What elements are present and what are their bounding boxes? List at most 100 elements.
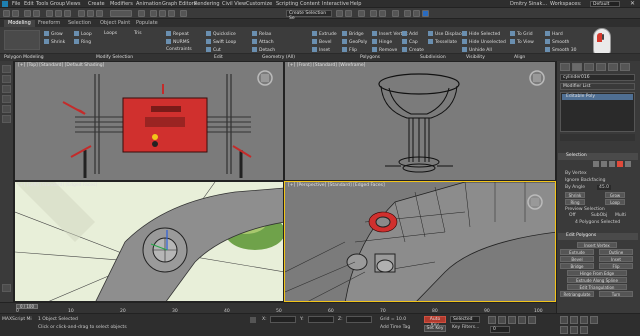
swift-loop-button[interactable]: Swift Loop <box>206 39 236 45</box>
hinge-button[interactable]: Hinge <box>372 39 392 45</box>
explorer-cameras-icon[interactable] <box>2 105 11 113</box>
angle-snap-icon[interactable] <box>159 10 166 17</box>
explorer-filter-icon[interactable] <box>2 65 11 73</box>
stack-item-editable-poly[interactable]: Editable Poly <box>562 94 633 100</box>
ring-button[interactable]: Ring <box>74 39 91 45</box>
bevel-button[interactable]: Bevel <box>312 39 332 45</box>
loop-button-panel[interactable]: Loop <box>605 199 625 205</box>
add-button[interactable]: Add <box>402 31 418 37</box>
modify-selection-group[interactable]: Modify Selection <box>96 55 133 60</box>
ignore-backfacing-checkbox[interactable]: Ignore Backfacing <box>565 178 605 183</box>
maxscript-listener[interactable]: MAXScript Mi <box>2 317 32 322</box>
by-angle-value[interactable]: 45.0 <box>597 185 612 190</box>
select-by-name-icon[interactable] <box>55 10 62 17</box>
tab-object-paint[interactable]: Object Paint <box>96 20 134 27</box>
polygon-mode-icon[interactable] <box>617 161 623 167</box>
selection-rollout-header[interactable]: Selection <box>558 153 638 160</box>
mirror-icon[interactable] <box>336 10 343 17</box>
tab-freeform[interactable]: Freeform <box>34 20 64 27</box>
bevel-button-panel[interactable]: Bevel <box>560 256 594 262</box>
schematic-view-icon[interactable] <box>379 10 386 17</box>
nurms-button[interactable]: NURMS <box>166 39 190 45</box>
element-mode-icon[interactable] <box>625 161 631 167</box>
y-coordinate-field[interactable] <box>308 316 334 323</box>
menu-file[interactable]: File <box>12 1 20 7</box>
attach-button[interactable]: Attach <box>252 39 274 45</box>
reference-coord-dropdown[interactable] <box>110 10 132 17</box>
edge-mode-icon[interactable] <box>601 161 607 167</box>
smooth-button[interactable]: Smooth <box>545 39 569 45</box>
viewport-top[interactable]: [+] [Top] [Standard] [Default Shading] <box>14 61 284 181</box>
zoom-all-icon[interactable] <box>570 316 578 324</box>
menu-customize[interactable]: Customize <box>246 1 272 7</box>
menu-modifiers[interactable]: Modifiers <box>110 1 133 7</box>
goto-end-icon[interactable] <box>528 316 536 324</box>
create-tab-icon[interactable] <box>560 63 570 71</box>
modify-tab-icon[interactable] <box>572 63 582 71</box>
align-group[interactable]: Align <box>514 55 525 60</box>
hide-selected-button[interactable]: Hide Selected <box>462 31 500 37</box>
viewport-left[interactable]: [+] [Left] [Standard] [Edged Faces] <box>14 181 284 302</box>
viewport-left-label[interactable]: [+] [Left] [Standard] [Edged Faces] <box>18 183 97 188</box>
selection-set-dropdown[interactable]: Create Selection Se <box>286 10 332 21</box>
viewport-front[interactable]: [+] [Front] [Standard] [Wireframe] <box>284 61 556 181</box>
align-icon[interactable] <box>345 10 352 17</box>
maximize-viewport-icon[interactable] <box>580 326 588 334</box>
to-view-button[interactable]: To View <box>510 39 534 45</box>
shrink-button[interactable]: Shrink <box>44 39 65 45</box>
menu-graph-editors[interactable]: Graph Editors <box>162 1 196 7</box>
bridge-button[interactable]: Bridge <box>342 31 364 37</box>
move-icon[interactable] <box>78 10 85 17</box>
menu-views[interactable]: Views <box>66 1 80 7</box>
tab-modeling[interactable]: Modeling <box>4 20 35 27</box>
layer-explorer-icon[interactable] <box>358 10 365 17</box>
set-key-button[interactable]: Set Key <box>424 325 446 332</box>
repeat-button[interactable]: Repeat <box>166 31 189 37</box>
explorer-geometry-icon[interactable] <box>2 75 11 83</box>
to-grid-button[interactable]: To Grid <box>510 31 533 37</box>
geopoly-button[interactable]: GeoPoly <box>342 39 367 45</box>
undo-icon[interactable] <box>3 10 10 17</box>
menu-group[interactable]: Group <box>50 1 65 7</box>
bridge-button-panel[interactable]: Bridge <box>560 263 594 269</box>
cap-button[interactable]: Cap <box>402 39 418 45</box>
outline-button-panel[interactable]: Outline <box>599 249 633 255</box>
edit-polygons-rollout-header[interactable]: Edit Polygons <box>558 233 638 240</box>
add-time-tag[interactable]: Add Time Tag <box>380 325 410 330</box>
x-coordinate-field[interactable] <box>270 316 296 323</box>
next-frame-icon[interactable] <box>518 316 526 324</box>
polygon-modeling-icons[interactable] <box>4 30 40 50</box>
pan-icon[interactable] <box>560 326 568 334</box>
curve-editor-icon[interactable] <box>370 10 377 17</box>
insert-vertex-button-panel[interactable]: Insert Vertex <box>577 242 617 248</box>
explorer-lights-icon[interactable] <box>2 95 11 103</box>
link-icon[interactable] <box>24 10 31 17</box>
quickslice-button[interactable]: Quickslice <box>206 31 236 37</box>
menu-edit[interactable]: Edit <box>24 1 34 7</box>
goto-start-icon[interactable] <box>488 316 496 324</box>
retriangulate-button[interactable]: Retriangulate <box>560 291 594 297</box>
hierarchy-tab-icon[interactable] <box>584 63 594 71</box>
flip-button-panel[interactable]: Flip <box>599 263 633 269</box>
zoom-icon[interactable] <box>560 316 568 324</box>
preview-off-radio[interactable]: Off <box>569 213 576 218</box>
explorer-settings-icon[interactable] <box>2 284 11 292</box>
edit-named-sets-icon[interactable] <box>180 10 187 17</box>
rotate-icon[interactable] <box>87 10 94 17</box>
z-coordinate-field[interactable] <box>346 316 372 323</box>
edit-triangulation-button[interactable]: Edit Triangulation <box>567 284 627 290</box>
zoom-extents-icon[interactable] <box>580 316 588 324</box>
render-icon[interactable] <box>422 10 429 17</box>
tessellate-button[interactable]: Tessellate <box>428 39 457 45</box>
border-mode-icon[interactable] <box>609 161 615 167</box>
redo-icon[interactable] <box>12 10 19 17</box>
display-tab-icon[interactable] <box>608 63 618 71</box>
unlink-icon[interactable] <box>33 10 40 17</box>
tab-populate[interactable]: Populate <box>132 20 162 27</box>
constraints-button[interactable]: Constraints <box>166 47 192 52</box>
menu-tools[interactable]: Tools <box>36 1 48 7</box>
ring-button-panel[interactable]: Ring <box>565 199 585 205</box>
relax-button[interactable]: Relax <box>252 31 271 37</box>
timeline[interactable]: 0 / 100 0 10 20 30 40 50 60 70 80 90 100 <box>0 302 556 314</box>
menu-animation[interactable]: Animation <box>136 1 162 7</box>
